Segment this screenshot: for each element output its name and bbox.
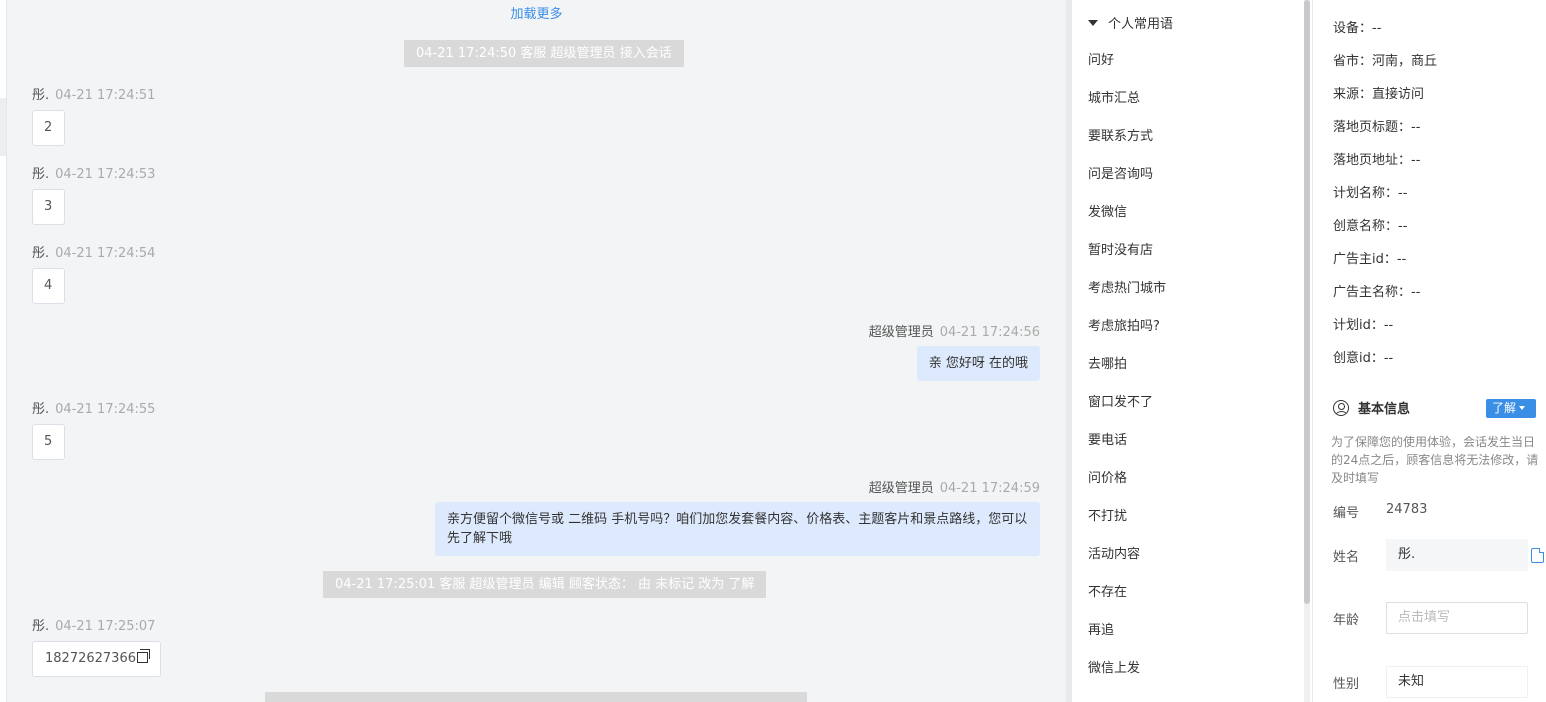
gender-label: 性别 [1333,677,1360,692]
message-meta: 彤. 04-21 17:25:07 [32,615,155,634]
incoming-message-bubble: 18272627366 [32,641,161,677]
system-message: 04-21 17:24:50 客服 超级管理员 接入会话 [404,40,684,67]
message-meta: 彤. 04-21 17:24:53 [32,163,155,182]
system-message-partial [265,692,807,702]
sender-name: 超级管理员 [868,481,934,496]
phrase-item[interactable]: 窗口发不了 [1088,392,1153,414]
sender-name: 彤. [32,167,50,182]
outgoing-message-bubble: 亲 您好呀 在的哦 [916,346,1040,381]
phrase-item[interactable]: 考虑旅拍吗? [1088,316,1160,338]
chat-workspace: 加载更多 04-21 17:24:50 客服 超级管理员 接入会话 彤. 04-2… [0,0,1546,702]
message-meta: 彤. 04-21 17:24:54 [32,242,155,261]
info-landing-url: 落地页地址：-- [1333,153,1421,168]
left-edge-panel [0,0,7,702]
info-creative-name: 创意名称：-- [1333,219,1408,234]
phrase-group-toggle[interactable]: 个人常用语 [1088,15,1173,35]
user-circle-icon [1333,400,1349,416]
phrase-item[interactable]: 问是咨询吗 [1088,164,1153,186]
info-advertiser-id: 广告主id：-- [1333,252,1407,267]
message-time: 04-21 17:24:59 [939,481,1040,496]
system-message: 04-21 17:25:01 客服 超级管理员 编辑 顾客状态： 由 未标记 改… [323,571,767,598]
info-landing-title: 落地页标题：-- [1333,120,1421,135]
phrase-item[interactable]: 暂时没有店 [1088,240,1153,262]
info-creative-id: 创意id：-- [1333,351,1394,366]
incoming-message-bubble: 3 [32,189,65,225]
phrase-item[interactable]: 要电话 [1088,430,1127,452]
age-input[interactable]: 点击填写 [1386,602,1528,634]
sender-name: 彤. [32,402,50,417]
name-label: 姓名 [1333,550,1360,565]
message-time: 04-21 17:24:51 [55,88,156,103]
info-advertiser-name: 广告主名称：-- [1333,285,1421,300]
incoming-message-bubble: 4 [32,268,65,304]
chat-history[interactable]: 加载更多 04-21 17:24:50 客服 超级管理员 接入会话 彤. 04-2… [7,0,1066,702]
quick-phrases-panel: 个人常用语 问好 城市汇总 要联系方式 问是咨询吗 发微信 暂时没有店 考虑热门… [1072,0,1304,702]
id-value: 24783 [1386,502,1428,517]
incoming-message-bubble: 5 [32,424,65,460]
message-time: 04-21 17:24:55 [55,402,156,417]
caret-down-icon [1519,406,1526,410]
incoming-message-bubble: 2 [32,110,65,146]
message-time: 04-21 17:25:07 [55,619,156,634]
message-meta: 超级管理员 04-21 17:24:56 [869,321,1040,340]
edit-icon[interactable] [1531,548,1544,563]
edit-notice: 为了保障您的使用体验，会话发生当日的24点之后，顾客信息将无法修改，请及时填写 [1331,435,1539,485]
message-time: 04-21 17:24:53 [55,167,156,182]
gender-select[interactable]: 未知 [1386,666,1528,698]
info-device: 设备：-- [1333,21,1382,36]
info-source: 来源：直接访问 [1333,87,1425,102]
phrase-item[interactable]: 微信上发 [1088,658,1140,680]
load-more-label[interactable]: 加载更多 [510,7,562,22]
message-meta: 超级管理员 04-21 17:24:59 [869,477,1040,496]
message-meta: 彤. 04-21 17:24:55 [32,398,155,417]
id-label: 编号 [1333,506,1360,521]
phrase-item[interactable]: 问好 [1088,50,1114,72]
phrase-item[interactable]: 不存在 [1088,582,1127,604]
phrase-item[interactable]: 发微信 [1088,202,1127,224]
outgoing-message-bubble: 亲方便留个微信号或 二维码 手机号吗？咱们加您发套餐内容、价格表、主题客片和景点… [435,502,1040,556]
phrase-group-title: 个人常用语 [1108,17,1174,32]
sender-name: 彤. [32,246,50,261]
basic-info-title: 基本信息 [1358,402,1411,417]
sender-name: 超级管理员 [868,325,934,340]
phrases-scrollbar[interactable] [1304,0,1310,604]
phrase-item[interactable]: 不打扰 [1088,506,1127,528]
info-region: 省市：河南，商丘 [1333,54,1438,69]
basic-info-heading: 基本信息 [1333,398,1410,417]
phrase-item[interactable]: 要联系方式 [1088,126,1153,148]
name-field[interactable]: 彤. [1386,539,1528,571]
phrase-item[interactable]: 再追 [1088,620,1114,642]
customer-status-label: 了解 [1492,401,1517,415]
info-plan-name: 计划名称：-- [1333,186,1408,201]
phrase-item[interactable]: 考虑热门城市 [1088,278,1166,300]
message-text: 18272627366 [45,651,136,666]
info-plan-id: 计划id：-- [1333,318,1394,333]
phrase-item[interactable]: 城市汇总 [1088,88,1140,110]
load-more-link[interactable]: 加载更多 [7,3,1066,22]
message-time: 04-21 17:24:54 [55,246,156,261]
customer-status-dropdown[interactable]: 了解 [1486,399,1536,418]
message-time: 04-21 17:24:56 [939,325,1040,340]
phrase-item[interactable]: 去哪拍 [1088,354,1127,376]
customer-info-panel: 设备：-- 省市：河南，商丘 来源：直接访问 落地页标题：-- 落地页地址：--… [1312,0,1546,702]
age-label: 年龄 [1333,613,1360,628]
phrase-item[interactable]: 活动内容 [1088,544,1140,566]
copy-icon[interactable] [136,649,150,663]
left-edge-marker [0,98,6,156]
phrase-item[interactable]: 问价格 [1088,468,1127,490]
caret-down-icon [1088,20,1098,26]
message-meta: 彤. 04-21 17:24:51 [32,84,155,103]
sender-name: 彤. [32,88,50,103]
sender-name: 彤. [32,619,50,634]
